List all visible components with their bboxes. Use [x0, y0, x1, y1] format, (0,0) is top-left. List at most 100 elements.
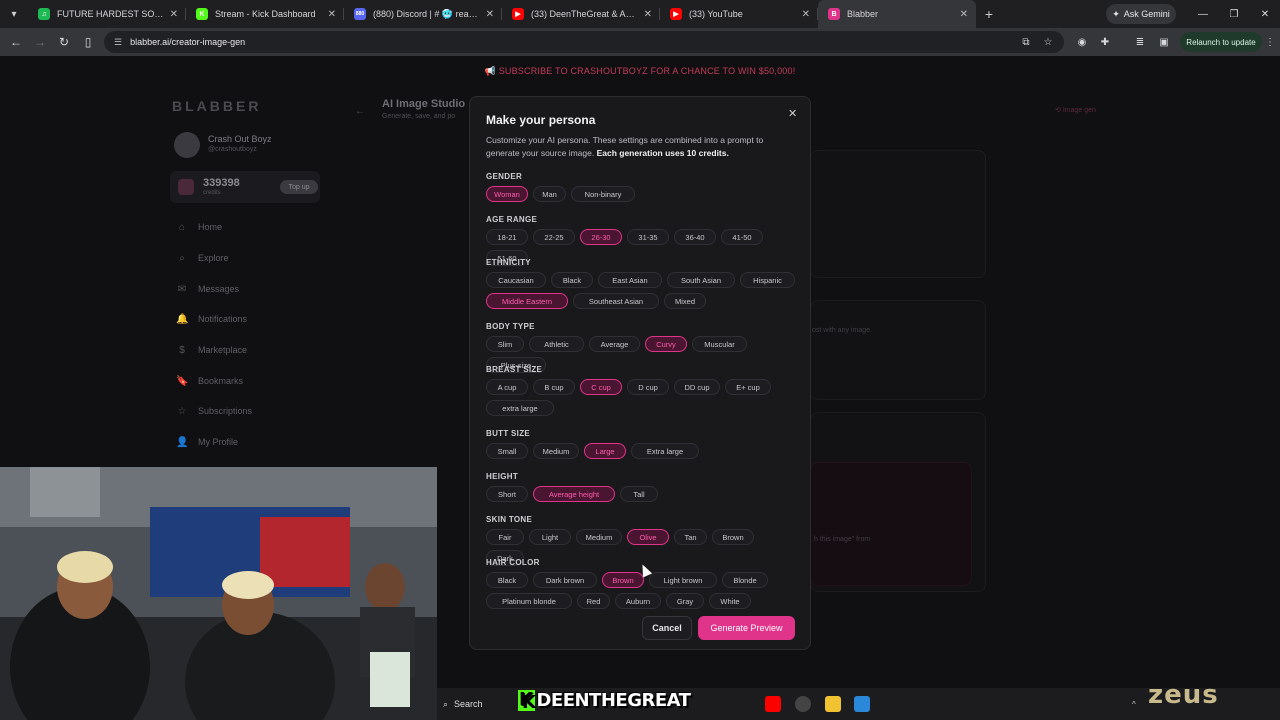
option-age-range-36-40[interactable]: 36-40 — [674, 229, 716, 245]
option-ethnicity-black[interactable]: Black — [551, 272, 593, 288]
tab-close-icon[interactable]: ✕ — [644, 9, 652, 20]
promo-banner[interactable]: 📢 SUBSCRIBE TO CRASHOUTBOYZ FOR A CHANCE… — [0, 66, 1280, 77]
tab-4[interactable]: ▶ (33) YouTube ✕ — [660, 0, 818, 28]
option-skin-tone-medium[interactable]: Medium — [576, 529, 622, 545]
bookmark-star-icon[interactable]: ☆ — [1040, 34, 1056, 50]
cast-icon[interactable]: ⧉ — [1018, 34, 1034, 50]
sidebar-item-marketplace[interactable]: $ Marketplace — [176, 341, 247, 359]
option-gender-woman[interactable]: Woman — [486, 186, 528, 202]
option-skin-tone-olive[interactable]: Olive — [627, 529, 669, 545]
side-panel-icon[interactable]: ▯ — [76, 28, 100, 56]
option-ethnicity-mixed[interactable]: Mixed — [664, 293, 706, 309]
user-card[interactable]: Crash Out Boyz @crashoutboyz — [174, 130, 324, 162]
tray-chevron-icon[interactable]: ^ — [1132, 700, 1140, 709]
option-ethnicity-southeast-asian[interactable]: Southeast Asian — [573, 293, 659, 309]
option-butt-size-large[interactable]: Large — [584, 443, 626, 459]
option-hair-color-black[interactable]: Black — [486, 572, 528, 588]
cancel-button[interactable]: Cancel — [642, 616, 692, 640]
reload-icon[interactable]: ↻ — [52, 28, 76, 56]
minimize-icon[interactable]: — — [1188, 0, 1218, 28]
menu-kebab-icon[interactable]: ⋮ — [1262, 34, 1278, 50]
file-explorer-icon[interactable] — [825, 696, 841, 712]
profile-icon[interactable]: ▣ — [1156, 34, 1172, 50]
sidebar-item-bookmarks[interactable]: 🔖 Bookmarks — [176, 372, 243, 390]
sidebar-item-subscriptions[interactable]: ☆ Subscriptions — [176, 402, 253, 420]
tab-close-icon[interactable]: ✕ — [802, 9, 810, 20]
close-window-icon[interactable]: ✕ — [1250, 0, 1280, 28]
option-age-range-31-35[interactable]: 31-35 — [627, 229, 669, 245]
option-gender-man[interactable]: Man — [533, 186, 566, 202]
option-height-tall[interactable]: Tall — [620, 486, 658, 502]
option-breast-size-e-cup[interactable]: E+ cup — [725, 379, 771, 395]
extension-icon[interactable]: ◉ — [1074, 34, 1090, 50]
tab-1[interactable]: K Stream - Kick Dashboard ✕ — [186, 0, 344, 28]
reading-list-icon[interactable]: ≣ — [1132, 34, 1148, 50]
option-breast-size-extra-large[interactable]: extra large — [486, 400, 554, 416]
extensions-puzzle-icon[interactable]: ✚ — [1097, 34, 1113, 50]
image-gen-link[interactable]: ⟲ Image gen — [1055, 106, 1096, 114]
option-age-range-18-21[interactable]: 18-21 — [486, 229, 528, 245]
option-hair-color-red[interactable]: Red — [577, 593, 610, 609]
option-ethnicity-middle-eastern[interactable]: Middle Eastern — [486, 293, 568, 309]
restore-icon[interactable]: ❐ — [1219, 0, 1249, 28]
tab-close-icon[interactable]: ✕ — [328, 9, 336, 20]
option-skin-tone-light[interactable]: Light — [529, 529, 571, 545]
option-hair-color-auburn[interactable]: Auburn — [615, 593, 661, 609]
option-body-type-slim[interactable]: Slim — [486, 336, 524, 352]
generate-preview-button[interactable]: Generate Preview — [698, 616, 795, 640]
sidebar-item-notifications[interactable]: 🔔 Notifications — [176, 310, 247, 328]
tab-close-icon[interactable]: ✕ — [170, 9, 178, 20]
option-ethnicity-caucasian[interactable]: Caucasian — [486, 272, 546, 288]
option-ethnicity-hispanic[interactable]: Hispanic — [740, 272, 795, 288]
option-hair-color-platinum-blonde[interactable]: Platinum blonde — [486, 593, 572, 609]
option-butt-size-extra-large[interactable]: Extra large — [631, 443, 699, 459]
tab-5[interactable]: B Blabber ✕ — [818, 0, 976, 28]
sidebar-item-my-profile[interactable]: 👤 My Profile — [176, 433, 238, 451]
top-up-button[interactable]: Top up — [280, 180, 318, 194]
option-hair-color-blonde[interactable]: Blonde — [722, 572, 768, 588]
option-skin-tone-fair[interactable]: Fair — [486, 529, 524, 545]
option-butt-size-medium[interactable]: Medium — [533, 443, 579, 459]
url-bar[interactable]: ☰ blabber.ai/creator-image-gen — [104, 31, 1064, 53]
ask-gemini-button[interactable]: ✦ Ask Gemini — [1106, 4, 1176, 24]
back-arrow-icon[interactable]: ← — [355, 106, 365, 117]
tab-close-icon[interactable]: ✕ — [486, 9, 494, 20]
option-hair-color-white[interactable]: White — [709, 593, 751, 609]
sidebar-item-messages[interactable]: ✉ Messages — [176, 280, 239, 298]
option-hair-color-dark-brown[interactable]: Dark brown — [533, 572, 597, 588]
app-icon[interactable] — [795, 696, 811, 712]
app-icon-2[interactable] — [854, 696, 870, 712]
back-icon[interactable]: ← — [4, 28, 28, 56]
option-hair-color-brown[interactable]: Brown — [602, 572, 644, 588]
option-hair-color-gray[interactable]: Gray — [666, 593, 704, 609]
youtube-icon[interactable] — [765, 696, 781, 712]
option-body-type-muscular[interactable]: Muscular — [692, 336, 747, 352]
relaunch-button[interactable]: Relaunch to update — [1180, 32, 1262, 52]
tab-3[interactable]: ▶ (33) DeenTheGreat & Adrien Br ✕ — [502, 0, 660, 28]
option-ethnicity-east-asian[interactable]: East Asian — [598, 272, 662, 288]
forward-icon[interactable]: → — [28, 28, 52, 56]
option-age-range-26-30[interactable]: 26-30 — [580, 229, 622, 245]
option-body-type-athletic[interactable]: Athletic — [529, 336, 584, 352]
option-breast-size-a-cup[interactable]: A cup — [486, 379, 528, 395]
option-breast-size-d-cup[interactable]: D cup — [627, 379, 669, 395]
taskbar-search[interactable]: ⌕ Search — [443, 692, 513, 716]
option-body-type-curvy[interactable]: Curvy — [645, 336, 687, 352]
option-height-short[interactable]: Short — [486, 486, 528, 502]
tab-0[interactable]: ♫ FUTURE HARDEST SONGS 🥶🔥 ✕ — [28, 0, 186, 28]
tab-close-icon[interactable]: ✕ — [960, 9, 968, 20]
option-butt-size-small[interactable]: Small — [486, 443, 528, 459]
new-tab-button[interactable]: + — [976, 0, 1002, 28]
option-skin-tone-tan[interactable]: Tan — [674, 529, 707, 545]
blabber-logo[interactable]: BLABBER — [172, 98, 261, 114]
option-gender-non-binary[interactable]: Non-binary — [571, 186, 635, 202]
tab-2[interactable]: 880 (880) Discord | # 🥶 reactions ✕ — [344, 0, 502, 28]
tab-search-icon[interactable]: ▾ — [0, 0, 28, 28]
option-breast-size-dd-cup[interactable]: DD cup — [674, 379, 720, 395]
sidebar-item-explore[interactable]: ⌕ Explore — [176, 249, 228, 267]
sidebar-item-home[interactable]: ⌂ Home — [176, 218, 222, 236]
option-hair-color-light-brown[interactable]: Light brown — [649, 572, 717, 588]
site-info-icon[interactable]: ☰ — [114, 37, 122, 48]
option-age-range-22-25[interactable]: 22-25 — [533, 229, 575, 245]
option-ethnicity-south-asian[interactable]: South Asian — [667, 272, 735, 288]
